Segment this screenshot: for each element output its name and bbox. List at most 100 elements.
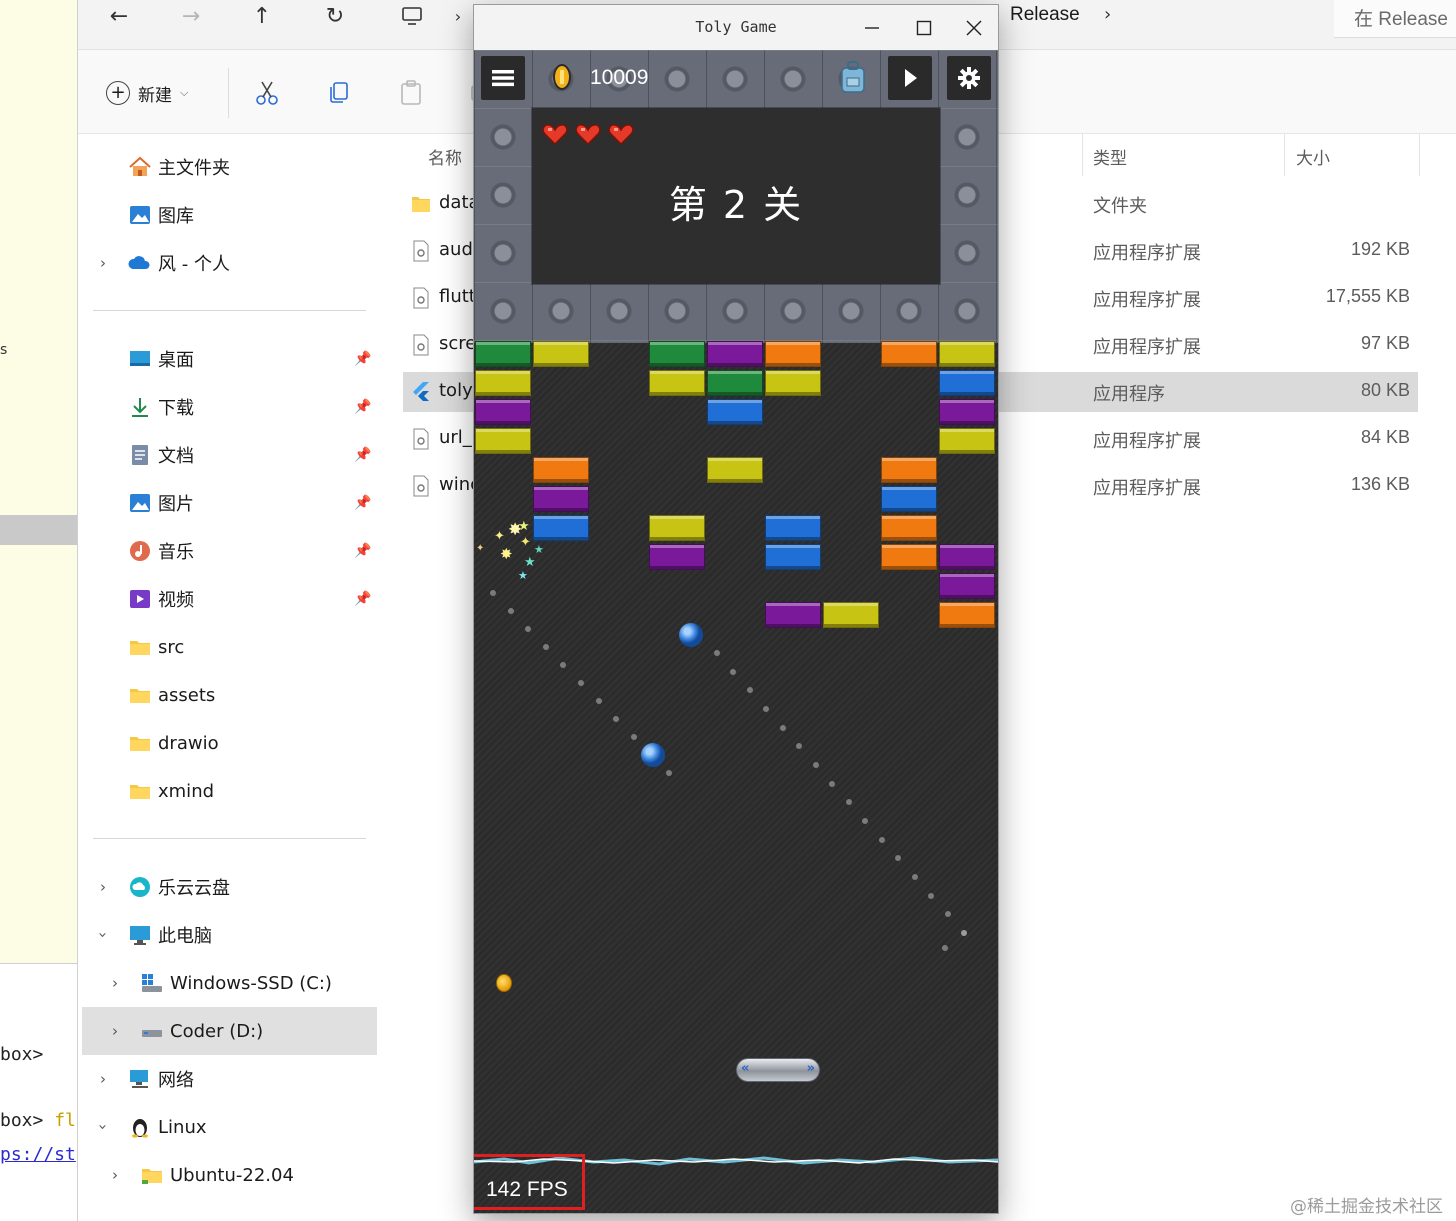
close-icon[interactable] (948, 5, 998, 50)
new-button[interactable]: + 新建 ⌵ (106, 78, 188, 108)
chevron-down-icon[interactable]: › (94, 1119, 112, 1135)
play-button[interactable] (888, 56, 932, 100)
trail-dot (666, 770, 672, 776)
nav-item-videos[interactable]: 视频 📌 (78, 575, 378, 623)
brick-yellow (823, 602, 879, 628)
nav-item-gallery[interactable]: 图库 (78, 191, 378, 239)
file-name: scre (439, 333, 477, 354)
nav-item-label: 风 - 个人 (158, 254, 230, 275)
gear-icon (958, 67, 980, 89)
pin-icon[interactable]: 📌 (354, 495, 371, 511)
file-size: 17,555 KB (1325, 286, 1410, 306)
nav-item-ubuntu[interactable]: › Ubuntu-22.04 (78, 1151, 378, 1199)
chevron-down-icon[interactable]: › (94, 927, 112, 943)
trail-dot (525, 626, 532, 632)
nav-item-label: 下载 (158, 398, 194, 419)
pin-icon[interactable]: 📌 (354, 351, 371, 367)
file-type: 应用程序扩展 (1093, 290, 1201, 311)
nav-item-drive-c[interactable]: › Windows-SSD (C:) (78, 959, 378, 1007)
cut-icon[interactable] (252, 78, 282, 108)
pin-icon[interactable]: 📌 (354, 399, 371, 415)
game-title-bar[interactable]: Toly Game (474, 5, 998, 50)
trail-dot (942, 945, 948, 951)
chevron-right-icon[interactable]: › (95, 1070, 111, 1088)
nav-item-xmind[interactable]: xmind (78, 767, 378, 815)
network-icon (130, 1070, 148, 1088)
brick-yellow (533, 341, 589, 367)
chevron-right-icon[interactable]: › (107, 974, 123, 992)
brick-purple (765, 602, 821, 628)
chevron-right-icon[interactable]: › (95, 254, 111, 272)
nav-item-src[interactable]: src (78, 623, 378, 671)
column-divider[interactable] (1284, 134, 1285, 176)
nav-item-pictures[interactable]: 图片 📌 (78, 479, 378, 527)
chevron-down-icon: ⌵ (180, 86, 189, 99)
pin-icon[interactable]: 📌 (354, 591, 371, 607)
folder-icon (412, 197, 430, 212)
terminal-panel[interactable]: box> box> fl ps://st (0, 963, 77, 1221)
breadcrumb-chevron-icon[interactable]: › (438, 0, 478, 32)
nav-item-onedrive[interactable]: › 风 - 个人 (78, 239, 378, 287)
chevron-right-icon[interactable]: › (107, 1022, 123, 1040)
column-header-type[interactable]: 类型 (1093, 144, 1127, 169)
search-input[interactable]: 在 Release (1334, 0, 1456, 38)
brick-blue (533, 515, 589, 541)
nav-item-linux[interactable]: › Linux (78, 1103, 378, 1151)
plus-icon: + (106, 81, 130, 105)
nav-item-label: 图片 (158, 494, 194, 515)
home-icon (129, 156, 151, 176)
terminal-link[interactable]: ps://st (0, 1144, 76, 1165)
breadcrumb-release[interactable]: Release (1010, 4, 1080, 26)
this-pc-icon[interactable] (392, 0, 432, 32)
file-size: 97 KB (1360, 333, 1410, 353)
trail-dot (944, 911, 951, 918)
brick-blue (765, 544, 821, 570)
nav-item-drawio[interactable]: drawio (78, 719, 378, 767)
chevron-right-icon[interactable]: › (95, 878, 111, 896)
settings-button[interactable] (947, 56, 991, 100)
dll-file-icon (413, 287, 429, 309)
brick-yellow (765, 370, 821, 396)
trail-dot (746, 687, 753, 694)
search-placeholder: 在 Release (1354, 9, 1448, 30)
brick-yellow (939, 428, 995, 454)
dll-file-icon (413, 475, 429, 497)
minimize-icon[interactable] (846, 5, 898, 50)
watermark: @稀土掘金技术社区 (1290, 1197, 1443, 1217)
maximize-icon[interactable] (898, 5, 950, 50)
nav-item-label: 此电脑 (158, 926, 212, 947)
nav-item-home[interactable]: 主文件夹 (78, 143, 378, 191)
editor-line-highlight (0, 515, 77, 545)
pin-icon[interactable]: 📌 (354, 447, 371, 463)
back-arrow-icon[interactable]: ← (99, 0, 139, 32)
paddle[interactable]: « » (736, 1058, 820, 1082)
column-divider[interactable] (1419, 134, 1420, 176)
nav-item-documents[interactable]: 文档 📌 (78, 431, 378, 479)
column-divider[interactable] (1082, 134, 1083, 176)
nav-item-leyun[interactable]: › 乐云云盘 (78, 863, 378, 911)
forward-arrow-icon[interactable]: → (171, 0, 211, 32)
column-header-name[interactable]: 名称 (428, 144, 462, 169)
nav-item-assets[interactable]: assets (78, 671, 378, 719)
terminal-line: box> (0, 1044, 44, 1065)
pin-icon[interactable]: 📌 (354, 543, 371, 559)
chevron-right-icon[interactable]: › (107, 1166, 123, 1184)
nav-item-network[interactable]: › 网络 (78, 1055, 378, 1103)
menu-icon[interactable] (481, 56, 525, 100)
nav-item-drive-d[interactable]: › Coder (D:) (82, 1007, 377, 1055)
trail-dot (961, 930, 967, 936)
breadcrumb-chevron-icon[interactable]: › (1104, 4, 1111, 25)
backpack-icon[interactable] (838, 60, 868, 94)
column-header-size[interactable]: 大小 (1296, 144, 1330, 169)
nav-item-this-pc[interactable]: › 此电脑 (78, 911, 378, 959)
nav-item-desktop[interactable]: 桌面 📌 (78, 335, 378, 383)
refresh-icon[interactable]: ↻ (315, 0, 355, 32)
nav-item-music[interactable]: 音乐 📌 (78, 527, 378, 575)
up-arrow-icon[interactable]: ↑ (242, 0, 282, 32)
copy-icon[interactable] (324, 78, 354, 108)
nav-item-downloads[interactable]: 下载 📌 (78, 383, 378, 431)
trail-dot (862, 818, 869, 824)
level-panel: 第 2 关 (532, 108, 940, 284)
game-canvas[interactable]: 10009 第 2 关 ✦ ✸ ✦ ✸ ★ ★ ★ ★ ✦ « » 142 FP… (474, 50, 998, 1213)
paste-icon[interactable] (396, 78, 426, 108)
